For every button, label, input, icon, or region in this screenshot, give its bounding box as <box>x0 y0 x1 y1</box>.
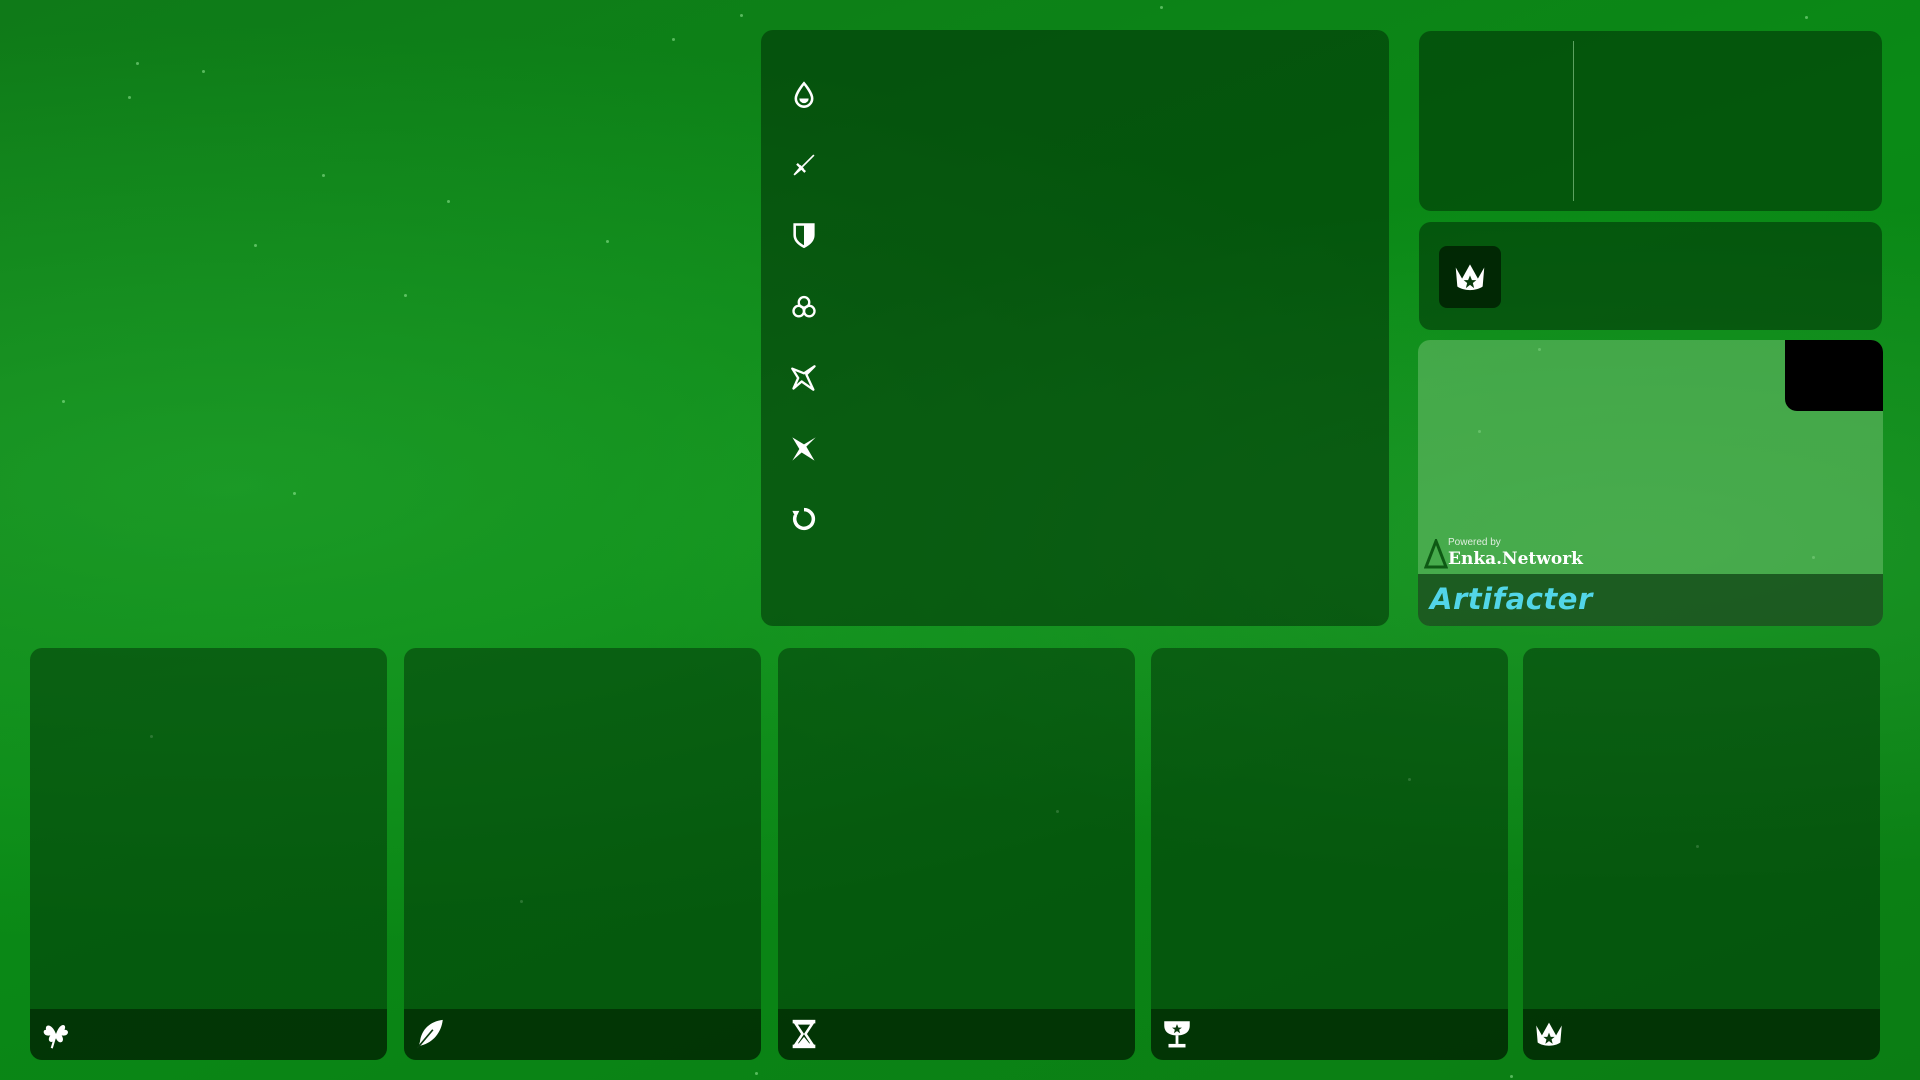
stats-panel <box>761 30 1389 626</box>
brand-title: Artifacter <box>1430 582 1593 616</box>
energy-recharge-icon <box>789 504 819 534</box>
artifact-card-sands <box>778 648 1135 1060</box>
weapon-rarity-block <box>1785 340 1883 411</box>
enka-logo-icon <box>1424 539 1448 569</box>
artifact-card-circlet <box>1523 648 1880 1060</box>
feather-icon <box>412 1016 448 1052</box>
artifact-card-goblet <box>1151 648 1508 1060</box>
brand-band: Artifacter <box>1418 574 1883 626</box>
character-info-panel <box>1419 31 1882 211</box>
constellation-button[interactable] <box>1439 246 1501 308</box>
hp-drop-icon <box>789 80 819 110</box>
crit-dmg-icon <box>789 434 819 464</box>
crit-rate-icon <box>789 363 819 393</box>
weapon-card: Powered by Enka.Network Artifacter <box>1418 340 1883 626</box>
atk-sword-icon <box>789 150 819 180</box>
goblet-icon <box>1159 1016 1195 1052</box>
crown-icon <box>1455 264 1485 291</box>
hourglass-icon <box>786 1016 822 1052</box>
constellation-panel <box>1419 222 1882 330</box>
provider-label: Enka.Network <box>1448 549 1583 569</box>
artifact-bar <box>1523 1009 1880 1060</box>
artifact-card-flower <box>30 648 387 1060</box>
artifact-bar <box>1151 1009 1508 1060</box>
artifact-bar <box>778 1009 1135 1060</box>
elemental-mastery-icon <box>789 292 819 322</box>
flower-icon <box>38 1016 74 1052</box>
powered-by-label: Powered by <box>1448 537 1501 548</box>
panel-divider <box>1573 41 1574 201</box>
artifact-card-plume <box>404 648 761 1060</box>
crown-icon <box>1531 1016 1567 1052</box>
def-shield-icon <box>789 220 819 250</box>
enka-credit[interactable]: Powered by Enka.Network <box>1424 537 1624 571</box>
artifact-bar <box>30 1009 387 1060</box>
artifact-bar <box>404 1009 761 1060</box>
